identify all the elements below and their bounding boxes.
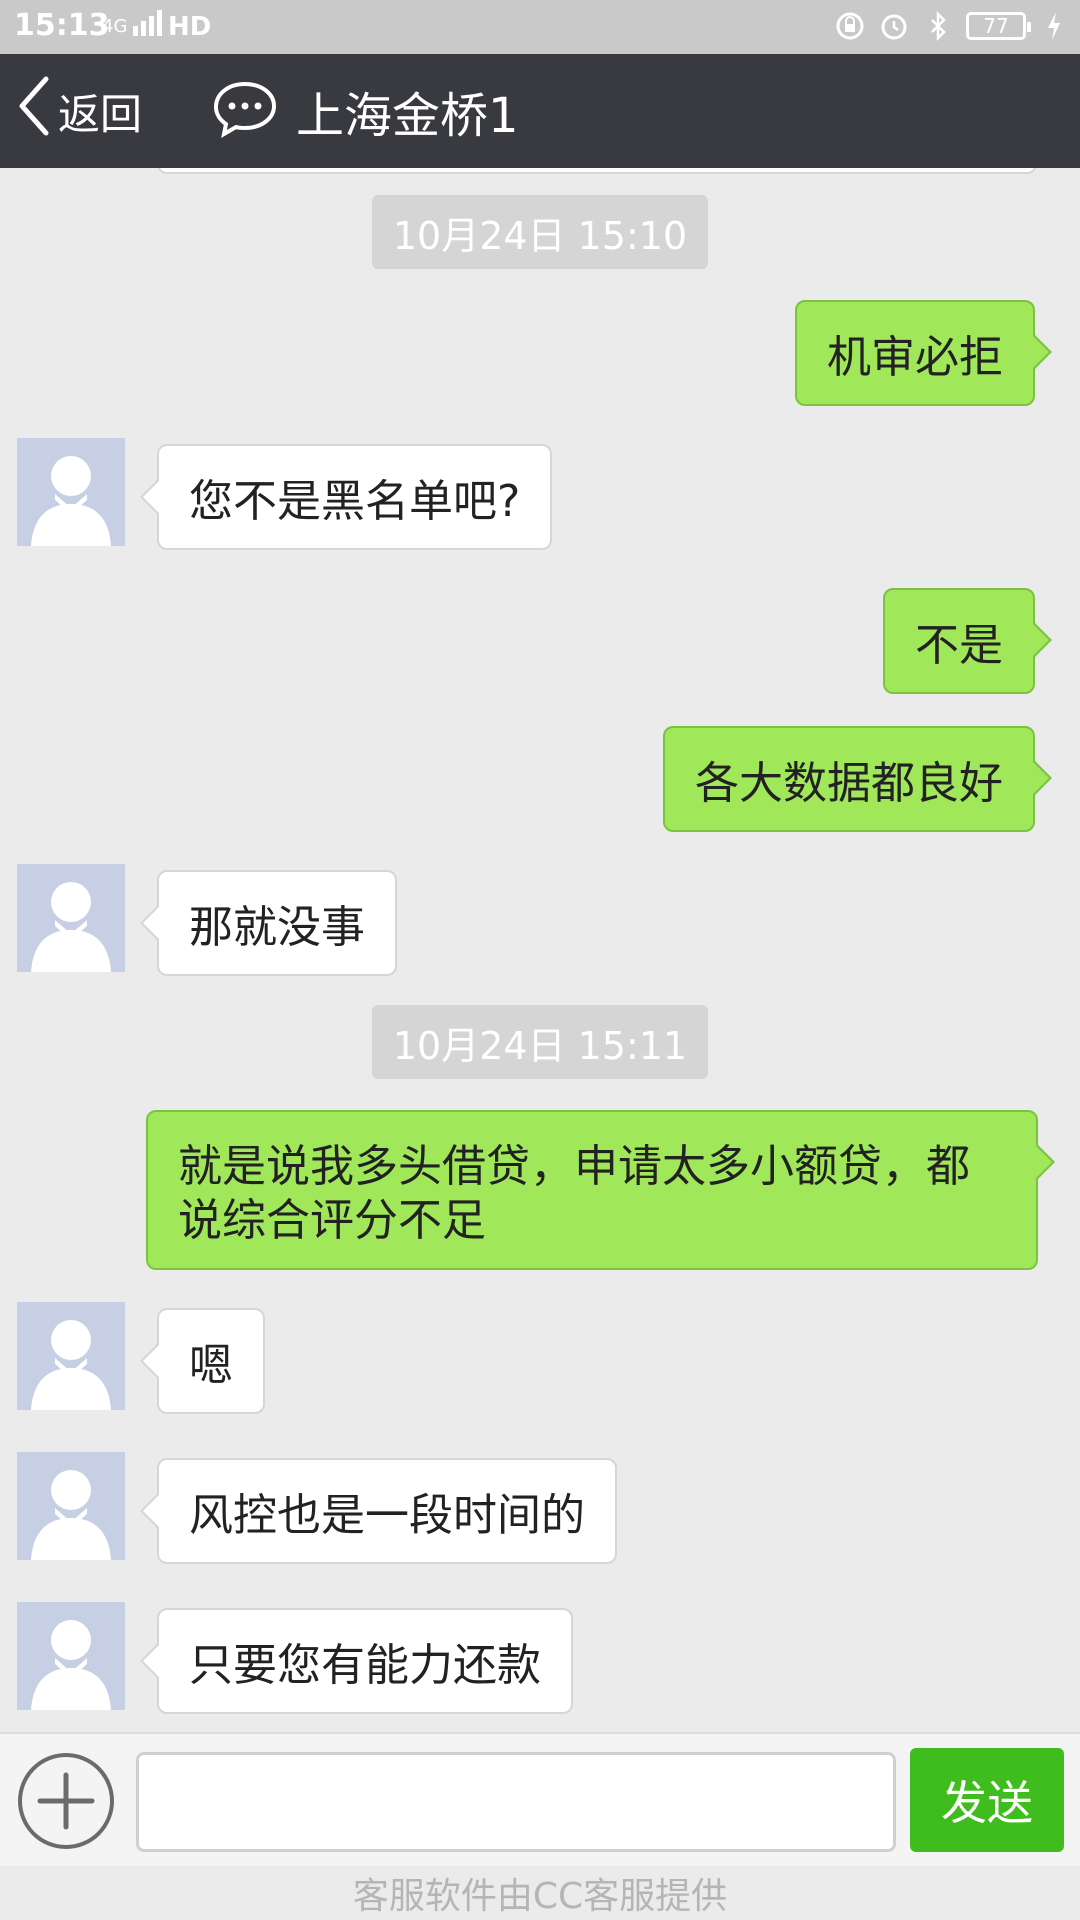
nav-bar: 返回 上海金桥1 (0, 54, 1080, 168)
incoming-message[interactable]: 只要您有能力还款 (140, 1608, 573, 1714)
agent-avatar[interactable] (17, 1602, 125, 1710)
agent-avatar[interactable] (17, 864, 125, 972)
chat-header: 上海金桥1 (212, 74, 519, 148)
hd-icon: HD (168, 12, 212, 42)
network-type: 4G (102, 16, 128, 37)
footer-credit: 客服软件由CC客服提供 (0, 1866, 1080, 1920)
plus-icon (37, 1772, 95, 1830)
incoming-message[interactable]: 嗯 (140, 1308, 265, 1414)
chat-title: 上海金桥1 (296, 88, 519, 144)
chevron-left-icon (16, 75, 50, 147)
message-input[interactable] (136, 1752, 896, 1852)
previous-message-bubble (157, 168, 1037, 174)
message-list[interactable]: 10月24日 15:10 机审必拒 您不是黑名单吧? 不是 各大数据都良好 那就… (0, 168, 1080, 1732)
timestamp: 10月24日 15:11 (372, 1005, 708, 1079)
agent-avatar[interactable] (17, 438, 125, 546)
lock-rotation-icon (834, 10, 866, 42)
chat-bubble-icon (212, 80, 278, 142)
incoming-message[interactable]: 风控也是一段时间的 (140, 1458, 617, 1564)
input-bar: 发送 (0, 1732, 1080, 1866)
send-button[interactable]: 发送 (910, 1748, 1064, 1852)
back-button[interactable]: 返回 (16, 76, 142, 146)
timestamp: 10月24日 15:10 (372, 195, 708, 269)
incoming-message[interactable]: 那就没事 (140, 870, 397, 976)
signal-icon: 4G (102, 10, 163, 36)
battery-icon: 77 (966, 12, 1031, 40)
outgoing-message[interactable]: 不是 (883, 588, 1052, 694)
incoming-message[interactable]: 您不是黑名单吧? (139, 444, 553, 550)
more-options-button[interactable] (18, 1753, 114, 1849)
agent-avatar[interactable] (17, 1452, 125, 1560)
charging-icon (1038, 10, 1070, 42)
agent-avatar[interactable] (17, 1302, 125, 1410)
bluetooth-icon (922, 10, 954, 42)
outgoing-message[interactable]: 各大数据都良好 (663, 726, 1052, 832)
back-label: 返回 (58, 89, 143, 139)
status-time: 15:13 (14, 8, 110, 43)
alarm-icon (878, 10, 910, 42)
outgoing-message[interactable]: 机审必拒 (795, 300, 1052, 406)
outgoing-message[interactable]: 就是说我多头借贷，申请太多小额贷，都说综合评分不足 (146, 1110, 1055, 1270)
status-bar: 15:13 4G HD 77 (0, 0, 1080, 54)
